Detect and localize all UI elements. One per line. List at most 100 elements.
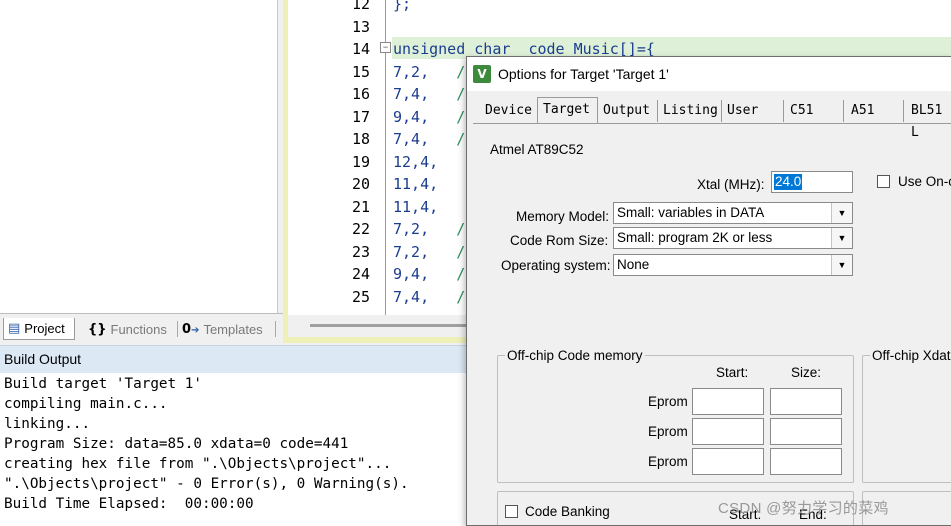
line-number: 21: [351, 197, 370, 216]
tab-listing-label: Listing: [663, 103, 718, 118]
xtal-label: Xtal (MHz):: [697, 177, 765, 192]
device-name: Atmel AT89C52: [490, 142, 584, 157]
code-banking-checkbox[interactable]: [505, 505, 518, 518]
line-number: 16: [351, 85, 370, 103]
code-line[interactable]: };: [393, 0, 411, 13]
code-rom-value: Small: program 2K or less: [617, 230, 773, 245]
tab-project-label: Project: [24, 321, 65, 336]
templates-icon: 0➔: [182, 321, 200, 337]
tab-output[interactable]: Output: [598, 100, 658, 122]
code-comment: /: [456, 85, 466, 103]
build-line: Build Time Elapsed: 00:00:00: [4, 496, 254, 512]
build-output-header: Build Output: [0, 345, 470, 374]
code-line[interactable]: 11,4,: [393, 175, 438, 193]
eprom-start-input-2[interactable]: [692, 418, 764, 445]
tab-a51[interactable]: A51: [846, 100, 904, 122]
code-text: 7,2,: [393, 62, 457, 81]
line-number: 17: [351, 107, 370, 126]
xtal-input[interactable]: 24.0: [771, 171, 853, 193]
line-number: 23: [351, 242, 370, 261]
line-number: 15: [351, 62, 370, 81]
tab-target[interactable]: Target: [537, 97, 598, 124]
build-line: Program Size: data=85.0 xdata=0 code=441: [4, 436, 349, 452]
line-number: 14: [351, 40, 370, 58]
tab-user[interactable]: User: [722, 100, 784, 122]
tab-divider: [275, 321, 276, 337]
dialog-titlebar[interactable]: V Options for Target 'Target 1': [467, 57, 951, 91]
code-line[interactable]: 7,2, /: [393, 243, 465, 261]
line-number: 20: [351, 175, 370, 193]
code-line[interactable]: 7,4, /: [393, 130, 465, 148]
os-value: None: [617, 257, 650, 272]
tab-panel-border: [473, 123, 951, 124]
tab-a51-label: A51: [851, 103, 875, 118]
tab-user-label: User: [727, 103, 759, 118]
line-number: 24: [351, 265, 370, 283]
tab-c51-label: C51: [790, 103, 814, 118]
code-rom-select[interactable]: Small: program 2K or less ▼: [613, 227, 853, 249]
code-comment: /: [456, 242, 466, 261]
tab-c51[interactable]: C51: [785, 100, 844, 122]
size-column-label: Size:: [791, 365, 822, 380]
code-line[interactable]: 7,4, /: [393, 85, 465, 103]
build-line: ".\Objects\project" - 0 Error(s), 0 Warn…: [4, 476, 409, 492]
code-line[interactable]: 7,2, /: [393, 220, 465, 238]
fold-collapse-icon[interactable]: −: [380, 42, 391, 53]
tab-functions-label: Functions: [110, 321, 167, 337]
use-onchip-checkbox[interactable]: [877, 175, 890, 188]
build-output-title: Build Output: [4, 351, 82, 367]
code-text: 7,2,: [393, 220, 457, 238]
options-dialog: V Options for Target 'Target 1' Device T…: [466, 56, 951, 526]
eprom-label: Eprom: [648, 424, 688, 439]
tab-functions[interactable]: {} Functions: [84, 318, 178, 340]
build-line: creating hex file from ".\Objects\projec…: [4, 456, 392, 472]
tab-templates[interactable]: 0➔ Templates: [178, 318, 276, 340]
code-banking-label: Code Banking: [525, 504, 610, 519]
code-text: };: [393, 0, 412, 13]
eprom-label: Eprom: [648, 394, 688, 409]
os-select[interactable]: None ▼: [613, 254, 853, 276]
eprom-start-input-3[interactable]: [692, 448, 764, 475]
line-number: 18: [351, 130, 370, 148]
chevron-down-icon[interactable]: ▼: [831, 228, 852, 248]
eprom-size-input-2[interactable]: [770, 418, 842, 445]
code-line[interactable]: 11,4,: [393, 198, 438, 216]
tab-bl51-label: BL51 L: [911, 103, 943, 140]
code-text: 12,4,: [393, 152, 439, 171]
code-comment: /: [456, 107, 466, 126]
chevron-down-icon[interactable]: ▼: [831, 255, 852, 275]
code-line[interactable]: 7,4, /: [393, 288, 465, 306]
eprom-size-input-3[interactable]: [770, 448, 842, 475]
eprom-size-input-1[interactable]: [770, 388, 842, 415]
tab-project[interactable]: ▤ Project: [3, 318, 75, 340]
watermark: CSDN @努力学习的菜鸡: [718, 500, 889, 517]
line-number: 22: [351, 220, 370, 238]
code-line[interactable]: 9,4, /: [393, 265, 465, 283]
tab-device[interactable]: Device: [480, 100, 538, 122]
memory-model-select[interactable]: Small: variables in DATA ▼: [613, 202, 853, 224]
use-onchip-label: Use On-c: [898, 174, 951, 189]
build-output-panel[interactable]: Build target 'Target 1' compiling main.c…: [0, 373, 470, 526]
start-column-label: Start:: [716, 365, 749, 380]
code-line[interactable]: 12,4,: [393, 153, 438, 171]
project-tree-pane[interactable]: [0, 0, 278, 313]
tab-listing[interactable]: Listing: [658, 100, 722, 122]
code-text: 7,4,: [393, 287, 457, 306]
line-number: 12: [351, 0, 370, 13]
code-line[interactable]: 9,4, /: [393, 108, 465, 126]
code-comment: /: [456, 130, 466, 148]
code-rom-label: Code Rom Size:: [510, 233, 609, 248]
xtal-value: 24.0: [774, 174, 803, 190]
line-number: 13: [351, 17, 370, 36]
offchip-xdata-group: [862, 355, 951, 483]
code-line[interactable]: 7,2, /: [393, 63, 465, 81]
eprom-start-input-1[interactable]: [692, 388, 764, 415]
tab-bl51[interactable]: BL51 L: [906, 100, 951, 140]
offchip-xdata-title: Off-chip Xdata: [870, 348, 951, 363]
chevron-down-icon[interactable]: ▼: [831, 203, 852, 223]
code-text: 11,4,: [393, 175, 439, 193]
dialog-title: Options for Target 'Target 1': [498, 66, 669, 82]
tab-target-label: Target: [543, 102, 590, 117]
build-line: Build target 'Target 1': [4, 376, 202, 392]
code-text: 7,4,: [393, 85, 457, 103]
